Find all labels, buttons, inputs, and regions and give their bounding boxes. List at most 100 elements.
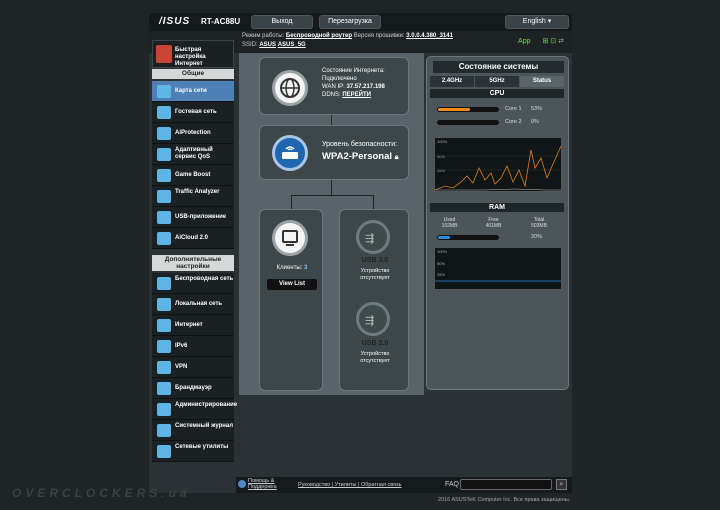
mode-link[interactable]: Беспроводной роутер xyxy=(286,33,352,39)
faq-search-input[interactable] xyxy=(460,479,552,490)
sidebar-item-traffic-analyzer[interactable]: Traffic Analyzer xyxy=(152,186,234,207)
cpu-header: CPU xyxy=(430,89,564,98)
ram-total-value: 503MB xyxy=(531,223,547,229)
reboot-button[interactable]: Перезагрузка xyxy=(319,15,381,29)
usb2-status: Устройство отсутствует xyxy=(360,351,390,364)
firmware-link[interactable]: 3.0.0.4.380_3141 xyxy=(406,33,453,39)
language-select[interactable]: English ▾ xyxy=(505,15,569,29)
ddns-link[interactable]: ПЕРЕЙТИ xyxy=(342,92,371,98)
logout-button[interactable]: Выход xyxy=(251,15,313,29)
game-boost-icon xyxy=(157,169,171,182)
tab-status[interactable]: Status xyxy=(520,76,564,87)
sidebar-item-guest-network[interactable]: Гостевая сеть xyxy=(152,102,234,123)
ram-header: RAM xyxy=(430,203,564,212)
sidebar-item-label: Адаптивный сервис QoS xyxy=(175,147,213,160)
sidebar-item-label: Интернет xyxy=(175,322,203,328)
sidebar-item-lan[interactable]: Локальная сеть xyxy=(152,294,234,315)
footer-links[interactable]: Руководство | Утилиты | Обратная связь xyxy=(298,482,401,488)
mode-label: Режим работы: xyxy=(242,33,285,39)
sidebar-item-wan[interactable]: Интернет xyxy=(152,315,234,336)
faq-label: FAQ xyxy=(445,481,460,488)
monitor-icon xyxy=(272,220,308,256)
status-tabs: 2.4GHz 5GHz Status xyxy=(430,76,565,87)
sidebar-item-network-tools[interactable]: Сетевые утилиты xyxy=(152,441,234,462)
sidebar-item-label: Сетевые утилиты xyxy=(175,444,229,450)
sidebar-item-network-map[interactable]: Карта сети xyxy=(152,81,234,102)
view-list-button[interactable]: View List xyxy=(267,279,317,290)
sidebar-item-usb-app[interactable]: USB-приложение xyxy=(152,207,234,228)
syslog-icon xyxy=(157,424,171,437)
clients-card[interactable]: Клиенты: 3 View List xyxy=(259,209,323,391)
tab-24ghz[interactable]: 2.4GHz xyxy=(430,76,474,87)
ssid-24g[interactable]: ASUS xyxy=(259,42,276,48)
sidebar-item-label: VPN xyxy=(175,364,188,370)
admin-icon xyxy=(157,403,171,416)
top-bar: /ISUS RT-AC88U Выход Перезагрузка Englis… xyxy=(149,13,572,31)
sidebar-item-label: Брандмауэр xyxy=(175,385,212,391)
network-map-icon xyxy=(157,85,171,98)
tab-5ghz[interactable]: 5GHz xyxy=(475,76,519,87)
sidebar-item-game-boost[interactable]: Game Boost xyxy=(152,165,234,186)
core1-value: 53% xyxy=(531,106,543,112)
sidebar-item-vpn[interactable]: VPN xyxy=(152,357,234,378)
ram-free-value: 401MB xyxy=(485,223,502,229)
globe-icon xyxy=(272,70,308,106)
sidebar-item-wireless[interactable]: Беспроводная сеть xyxy=(152,273,234,294)
sidebar-item-firewall[interactable]: Брандмауэр xyxy=(152,378,234,399)
sidebar-item-qos[interactable]: Адаптивный сервис QoS xyxy=(152,144,234,165)
sidebar-item-admin[interactable]: Администрирование xyxy=(152,399,237,420)
network-tools-icon xyxy=(157,445,171,458)
quick-setup-label: Быстрая настройка Интернет xyxy=(175,47,206,67)
internet-status-value: Подключено xyxy=(322,76,357,82)
core2-bar xyxy=(437,120,499,125)
qos-icon xyxy=(157,148,171,161)
system-status-title: Состояние системы xyxy=(433,61,564,73)
ram-used-value: 102MB xyxy=(441,223,458,229)
sidebar-item-label: IPv6 xyxy=(175,343,188,349)
router-admin-window: /ISUS RT-AC88U Выход Перезагрузка Englis… xyxy=(149,13,572,493)
sidebar-item-ipv6[interactable]: IPv6 xyxy=(152,336,234,357)
usb-status-icon[interactable]: ⊡ xyxy=(550,38,556,45)
status-icons: App ⊞ ⊡ ⇄ xyxy=(518,37,564,45)
general-menu: Карта сети Гостевая сеть AiProtection Адапт… xyxy=(152,81,234,249)
sidebar-item-label: Game Boost xyxy=(175,172,211,178)
ram-bar xyxy=(437,235,499,240)
wan-icon xyxy=(157,319,171,332)
usb3-label: USB 3.0 xyxy=(361,257,389,264)
help-support-link[interactable]: Помощь & Поддержка xyxy=(248,478,284,490)
core1-label: Core 1 xyxy=(505,106,522,112)
usb-icon[interactable]: ⇶ xyxy=(356,302,390,336)
sidebar-item-label: Беспроводная сеть xyxy=(175,276,234,282)
ddns-label: DDNS: xyxy=(322,92,341,98)
ssid-5g[interactable]: ASUS_5G xyxy=(278,42,306,48)
ipv6-icon xyxy=(157,340,171,353)
network-status-icon[interactable]: ⊞ xyxy=(542,38,548,45)
sidebar: Быстрая настройка Интернет Общие Карта с… xyxy=(152,38,237,468)
security-level-label: Уровень безопасности: xyxy=(322,141,398,148)
sidebar-item-aicloud[interactable]: AiCloud 2.0 xyxy=(152,228,234,249)
router-card[interactable]: Уровень безопасности: WPA2-Personal 🔒︎ xyxy=(259,125,409,180)
usb-icon[interactable]: ⇶ xyxy=(356,220,390,254)
vpn-icon xyxy=(157,361,171,374)
app-link[interactable]: App xyxy=(518,38,530,45)
guest-network-icon xyxy=(157,106,171,119)
sidebar-item-label: Локальная сеть xyxy=(175,301,223,307)
aiprotection-icon xyxy=(157,127,171,140)
core1-bar xyxy=(437,107,499,112)
bottom-bar: Помощь & Поддержка Руководство | Утилиты… xyxy=(236,477,572,493)
internet-card[interactable]: Состояние Интернета: Подключено WAN IP: … xyxy=(259,57,409,115)
search-icon[interactable]: ⌕ xyxy=(556,479,567,490)
sidebar-item-aiprotection[interactable]: AiProtection xyxy=(152,123,234,144)
copyright: 2016 ASUSTeK Computer Inc. Все права защ… xyxy=(438,497,571,503)
sidebar-item-label: Гостевая сеть xyxy=(175,109,217,115)
wan-status-icon[interactable]: ⇄ xyxy=(558,38,564,45)
usb3-status: Устройство отсутствует xyxy=(360,268,390,281)
quick-setup-button[interactable]: Быстрая настройка Интернет xyxy=(152,40,234,68)
watermark: OVERCLOCKERS.ua xyxy=(12,486,191,500)
quick-setup-icon xyxy=(156,45,172,63)
asus-logo: /ISUS xyxy=(159,16,191,27)
sidebar-item-syslog[interactable]: Системный журнал xyxy=(152,420,234,441)
clients-label: Клиенты: xyxy=(276,265,303,271)
core2-value: 0% xyxy=(531,119,539,125)
wan-ip-label: WAN IP: xyxy=(322,84,345,90)
